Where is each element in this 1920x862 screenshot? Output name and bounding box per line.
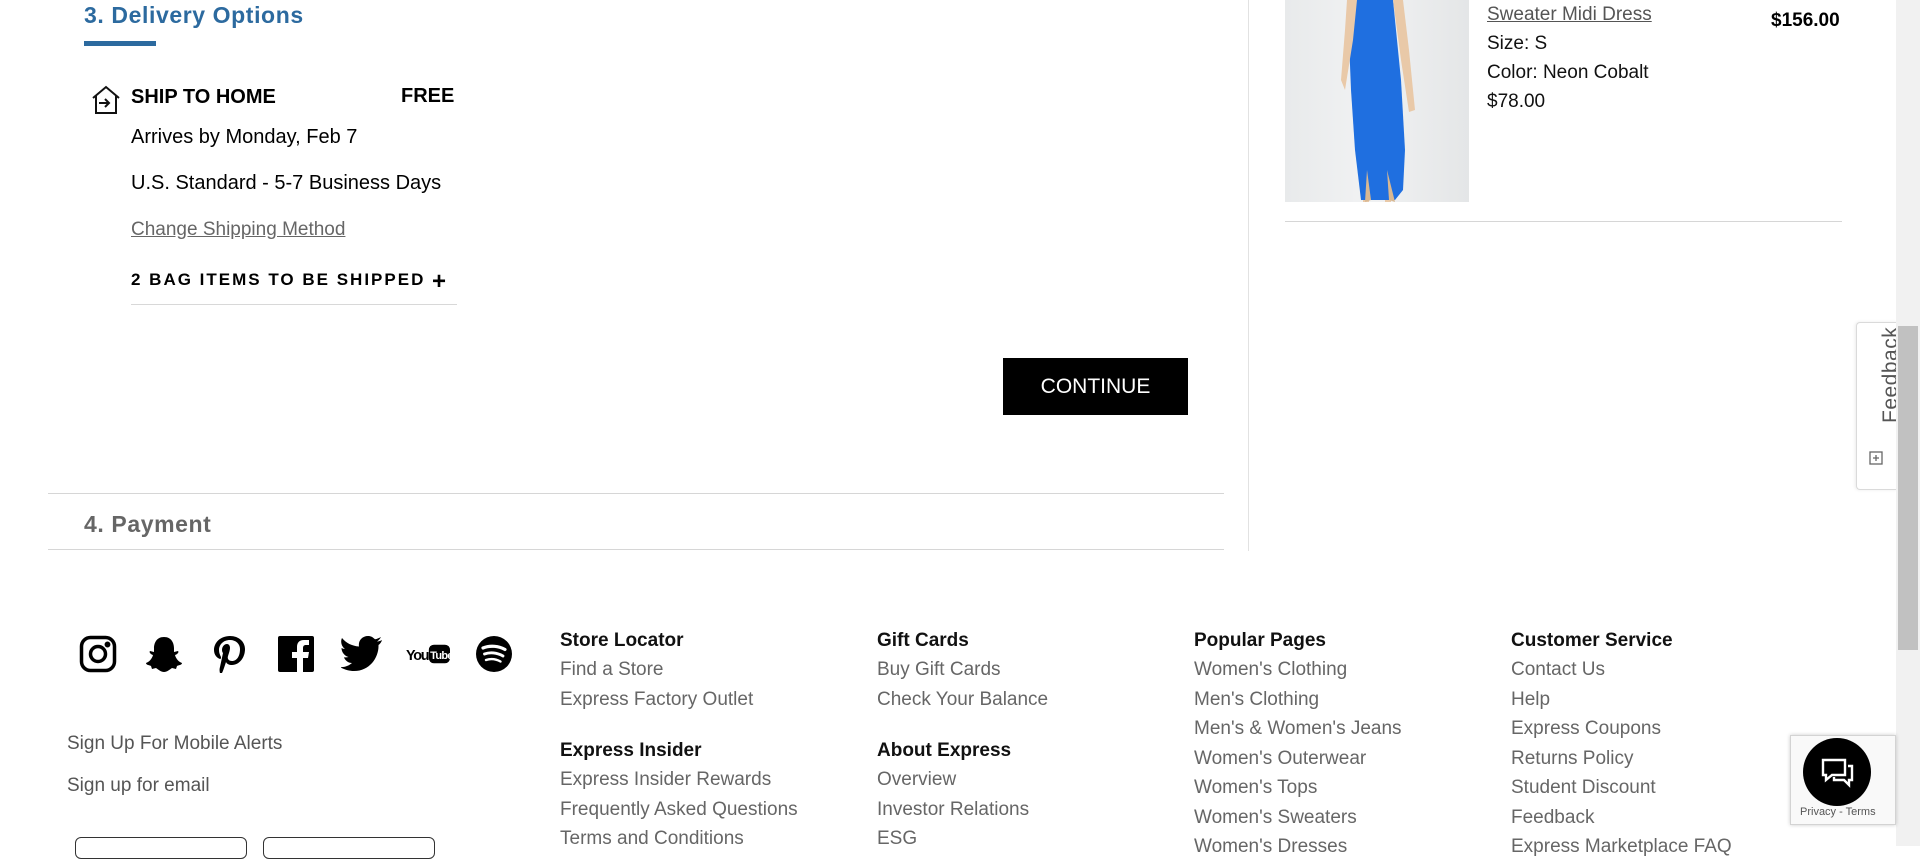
delivery-step-title: 3. Delivery Options	[84, 2, 304, 28]
payment-step-title[interactable]: 4. Payment	[84, 511, 211, 538]
product-size: Size: S	[1487, 33, 1548, 54]
item-divider	[1285, 221, 1842, 222]
product-total-price: $156.00	[1771, 10, 1840, 31]
app-store-button[interactable]	[75, 837, 247, 859]
footer-link[interactable]: Student Discount	[1511, 773, 1732, 803]
instagram-icon[interactable]	[76, 632, 120, 676]
twitter-icon[interactable]	[340, 632, 384, 676]
footer-link[interactable]: Check Your Balance	[877, 685, 1048, 715]
section-divider	[48, 493, 1224, 494]
shipping-method: U.S. Standard - 5-7 Business Days	[131, 172, 442, 194]
bag-items-divider	[131, 304, 457, 305]
footer-link[interactable]: Investor Relations	[877, 795, 1048, 825]
pinterest-icon[interactable]	[208, 632, 252, 676]
footer-heading[interactable]: Express Insider	[560, 736, 798, 765]
svg-text:You: You	[406, 648, 429, 664]
section-divider	[48, 549, 1224, 550]
snapchat-icon[interactable]	[142, 632, 186, 676]
active-step-underline	[84, 41, 156, 46]
footer-column-2: Gift Cards Buy Gift Cards Check Your Bal…	[877, 626, 1048, 854]
continue-button[interactable]: CONTINUE	[1003, 358, 1188, 415]
footer-link[interactable]: Men's & Women's Jeans	[1194, 714, 1402, 744]
footer-link[interactable]: Returns Policy	[1511, 744, 1732, 774]
chat-button[interactable]	[1803, 738, 1871, 806]
product-color: Color: Neon Cobalt	[1487, 62, 1649, 83]
ship-to-home-label: SHIP TO HOME	[131, 86, 276, 108]
footer-link[interactable]: ESG	[877, 824, 1048, 854]
footer-link[interactable]: Frequently Asked Questions	[560, 795, 798, 825]
footer-heading[interactable]: Gift Cards	[877, 626, 1048, 655]
product-unit-price: $78.00	[1487, 91, 1546, 112]
mobile-alerts-link[interactable]: Sign Up For Mobile Alerts	[67, 733, 282, 755]
feedback-icon	[1869, 451, 1883, 468]
scrollbar-thumb[interactable]	[1898, 326, 1918, 650]
footer-column-4: Customer Service Contact Us Help Express…	[1511, 626, 1732, 862]
social-links: You Tube	[76, 632, 516, 676]
footer-link[interactable]: Overview	[877, 765, 1048, 795]
google-play-button[interactable]	[263, 837, 435, 859]
footer-link[interactable]: Buy Gift Cards	[877, 655, 1048, 685]
spotify-icon[interactable]	[472, 632, 516, 676]
footer-link[interactable]: Women's Sweaters	[1194, 803, 1402, 833]
footer-column-3: Popular Pages Women's Clothing Men's Clo…	[1194, 626, 1402, 862]
footer-link[interactable]: Find a Store	[560, 655, 798, 685]
footer-link[interactable]: Women's Dresses	[1194, 832, 1402, 862]
footer-link[interactable]: Terms and Conditions	[560, 824, 798, 854]
footer-link[interactable]: Women's Clothing	[1194, 655, 1402, 685]
footer-link[interactable]: Express Marketplace FAQ	[1511, 832, 1732, 862]
footer-heading[interactable]: Store Locator	[560, 626, 798, 655]
footer-link[interactable]: Express Coupons	[1511, 714, 1732, 744]
email-signup-link[interactable]: Sign up for email	[67, 775, 210, 797]
expand-plus-icon[interactable]: +	[432, 268, 446, 296]
column-divider	[1248, 0, 1249, 551]
shipping-price-label: FREE	[401, 85, 455, 107]
recaptcha-privacy-terms[interactable]: Privacy - Terms	[1800, 806, 1876, 818]
product-image[interactable]	[1285, 0, 1469, 202]
youtube-icon[interactable]: You Tube	[406, 632, 450, 676]
footer-link[interactable]: Express Insider Rewards	[560, 765, 798, 795]
footer-column-1: Store Locator Find a Store Express Facto…	[560, 626, 798, 854]
bag-items-toggle[interactable]: 2 BAG ITEMS TO BE SHIPPED	[131, 270, 425, 290]
footer-heading[interactable]: About Express	[877, 736, 1048, 765]
footer-link[interactable]: Help	[1511, 685, 1732, 715]
footer-link[interactable]: Contact Us	[1511, 655, 1732, 685]
arrival-date: Arrives by Monday, Feb 7	[131, 126, 358, 148]
facebook-icon[interactable]	[274, 632, 318, 676]
change-shipping-method-link[interactable]: Change Shipping Method	[131, 219, 345, 241]
product-name-link[interactable]: Sweater Midi Dress	[1487, 4, 1652, 26]
footer-link[interactable]: Men's Clothing	[1194, 685, 1402, 715]
chat-icon	[1821, 758, 1854, 788]
footer-heading[interactable]: Customer Service	[1511, 626, 1732, 655]
feedback-tab[interactable]: Feedback	[1856, 322, 1902, 490]
dress-shape	[1349, 0, 1405, 200]
ship-to-home-icon	[90, 84, 122, 116]
svg-text:Tube: Tube	[430, 650, 450, 662]
footer-link[interactable]: Women's Tops	[1194, 773, 1402, 803]
footer-link[interactable]: Women's Outerwear	[1194, 744, 1402, 774]
footer-link[interactable]: Express Factory Outlet	[560, 685, 798, 715]
footer-heading[interactable]: Popular Pages	[1194, 626, 1402, 655]
footer-link[interactable]: Feedback	[1511, 803, 1732, 833]
